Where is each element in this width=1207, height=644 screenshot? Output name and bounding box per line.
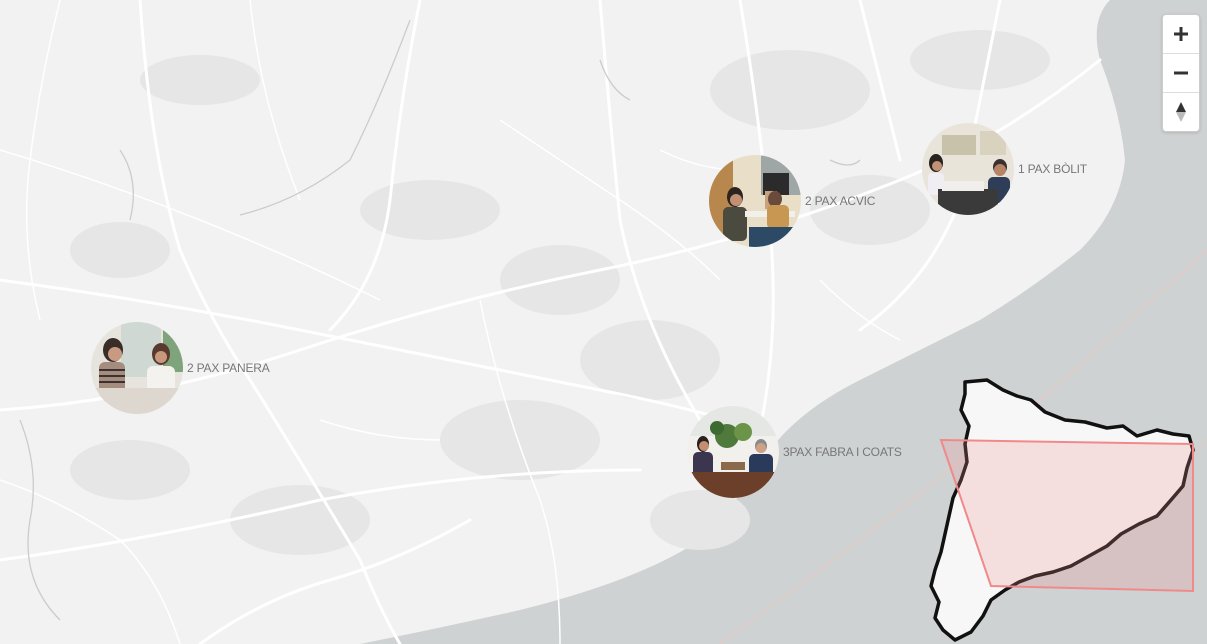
map-marker-panera[interactable]: 2 PAX PANERA [91,322,270,414]
marker-label-bolit: 1 PAX BÒLIT [1018,162,1087,176]
zoom-in-button[interactable] [1163,15,1199,54]
marker-photo-panera[interactable] [91,322,183,414]
marker-photo-acvic[interactable] [709,155,801,247]
marker-photo-bolit[interactable] [922,123,1014,215]
marker-label-panera: 2 PAX PANERA [187,361,270,375]
plus-icon [1174,27,1188,41]
zoom-out-button[interactable] [1163,54,1199,93]
map-marker-acvic[interactable]: 2 PAX ACVIC [709,155,875,247]
minus-icon [1174,71,1188,75]
map-marker-bolit[interactable]: 1 PAX BÒLIT [922,123,1087,215]
marker-photo-fabra-i-coats[interactable] [687,406,779,498]
compass-north-icon [1176,102,1186,122]
marker-label-fabra-i-coats: 3PAX FABRA I COATS [783,445,902,459]
map-marker-fabra-i-coats[interactable]: 3PAX FABRA I COATS [687,406,902,498]
marker-label-acvic: 2 PAX ACVIC [805,194,876,208]
map-controls [1162,14,1200,132]
map-canvas[interactable]: 2 PAX PANERA 2 PAX ACVIC 1 PAX BÒLIT 3PA… [0,0,1207,644]
compass-button[interactable] [1163,93,1199,131]
overview-inset-map[interactable] [925,376,1207,644]
